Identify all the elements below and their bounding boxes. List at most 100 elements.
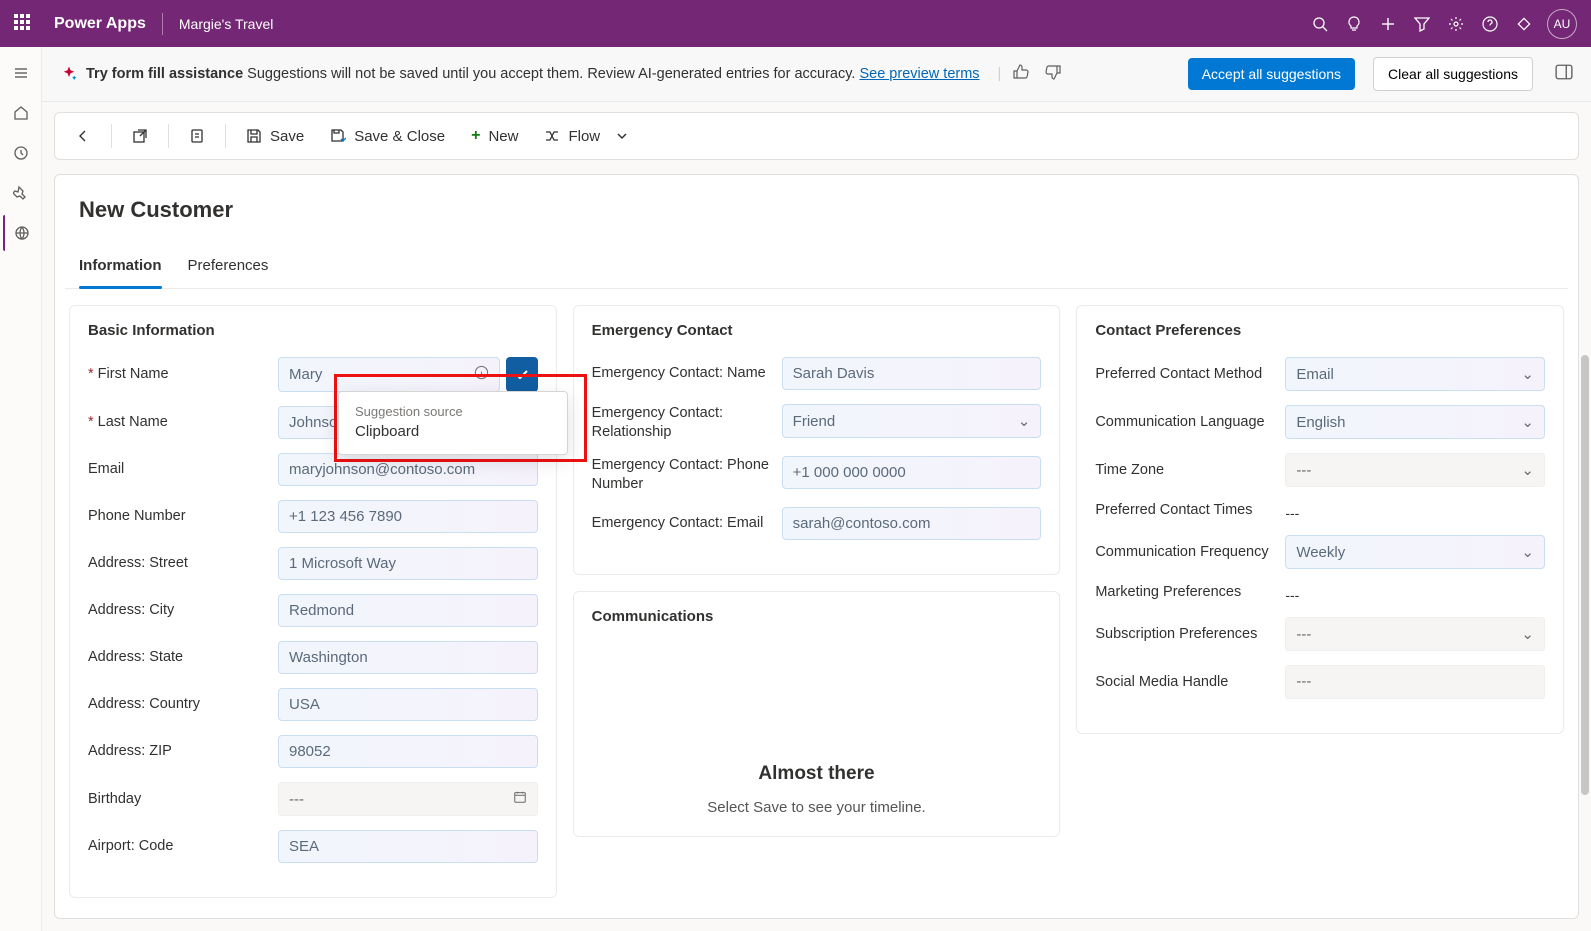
- city-label: Address: City: [88, 601, 266, 620]
- clear-all-button[interactable]: Clear all suggestions: [1373, 57, 1533, 91]
- brand-label: Power Apps: [54, 15, 146, 33]
- chevron-down-icon: ⌄: [1521, 543, 1534, 561]
- filter-icon[interactable]: [1405, 7, 1439, 41]
- ec-name-input[interactable]: Sarah Davis: [782, 357, 1042, 390]
- first-name-label: First Name: [88, 365, 266, 384]
- email-label: Email: [88, 460, 266, 479]
- save-close-button[interactable]: Save & Close: [318, 120, 457, 153]
- lightbulb-icon[interactable]: [1337, 7, 1371, 41]
- flow-label: Flow: [568, 128, 600, 145]
- ec-phone-input[interactable]: +1 000 000 0000: [782, 456, 1042, 489]
- open-new-window-button[interactable]: [120, 120, 160, 152]
- email-input[interactable]: maryjohnson@contoso.com: [278, 453, 538, 486]
- thumbs-up-icon[interactable]: [1009, 60, 1033, 88]
- state-label: Address: State: [88, 648, 266, 667]
- tab-preferences[interactable]: Preferences: [188, 247, 269, 288]
- calendar-icon: [513, 790, 527, 808]
- pref-subs-select[interactable]: ---⌄: [1285, 617, 1545, 651]
- preview-terms-link[interactable]: See preview terms: [859, 66, 979, 82]
- copilot-sparkle-icon: [60, 65, 78, 83]
- divider: [162, 13, 163, 35]
- section-contact-preferences: Contact Preferences Preferred Contact Me…: [1076, 305, 1564, 734]
- ec-email-input[interactable]: sarah@contoso.com: [782, 507, 1042, 540]
- left-rail: [0, 47, 42, 931]
- new-button[interactable]: + New: [459, 119, 530, 153]
- pref-tz-label: Time Zone: [1095, 461, 1273, 480]
- first-name-value: Mary: [289, 366, 322, 383]
- street-input[interactable]: 1 Microsoft Way: [278, 547, 538, 580]
- home-icon[interactable]: [3, 95, 39, 131]
- pref-method-label: Preferred Contact Method: [1095, 365, 1273, 384]
- flow-button[interactable]: Flow: [532, 120, 642, 153]
- settings-icon[interactable]: [1439, 7, 1473, 41]
- state-input[interactable]: Washington: [278, 641, 538, 674]
- search-icon[interactable]: [1303, 7, 1337, 41]
- phone-input[interactable]: +1 123 456 7890: [278, 500, 538, 533]
- country-input[interactable]: USA: [278, 688, 538, 721]
- entity-icon[interactable]: [3, 215, 39, 251]
- user-avatar[interactable]: AU: [1547, 9, 1577, 39]
- command-bar: Save Save & Close + New Flow: [54, 112, 1579, 160]
- app-launcher-icon[interactable]: [14, 14, 34, 34]
- ec-name-label: Emergency Contact: Name: [592, 364, 770, 383]
- callout-source-value: Clipboard: [355, 423, 551, 440]
- tab-strip: Information Preferences: [65, 247, 1568, 289]
- save-button[interactable]: Save: [234, 120, 316, 153]
- pinned-icon[interactable]: [3, 175, 39, 211]
- pref-times-value: ---: [1285, 501, 1545, 521]
- pref-social-input[interactable]: ---: [1285, 665, 1545, 699]
- scrollbar-thumb[interactable]: [1581, 355, 1589, 795]
- basic-heading: Basic Information: [88, 322, 538, 339]
- city-input[interactable]: Redmond: [278, 594, 538, 627]
- new-label: New: [488, 128, 518, 145]
- info-icon[interactable]: [474, 365, 489, 384]
- chevron-down-icon: ⌄: [1521, 365, 1534, 383]
- pref-freq-label: Communication Frequency: [1095, 543, 1273, 562]
- recent-icon[interactable]: [3, 135, 39, 171]
- chevron-down-icon: ⌄: [1521, 625, 1534, 643]
- pref-tz-select[interactable]: ---⌄: [1285, 453, 1545, 487]
- pref-lang-select[interactable]: English⌄: [1285, 405, 1545, 439]
- add-icon[interactable]: [1371, 7, 1405, 41]
- menu-icon[interactable]: [3, 55, 39, 91]
- suggestion-banner: Try form fill assistance Suggestions wil…: [42, 47, 1591, 102]
- airport-label: Airport: Code: [88, 837, 266, 856]
- pref-marketing-value: ---: [1285, 583, 1545, 603]
- first-name-input[interactable]: Mary: [278, 357, 500, 392]
- section-communications: Communications Almost there Select Save …: [573, 591, 1061, 837]
- tab-information[interactable]: Information: [79, 247, 162, 288]
- thumbs-down-icon[interactable]: [1041, 60, 1065, 88]
- zip-input[interactable]: 98052: [278, 735, 538, 768]
- zip-label: Address: ZIP: [88, 742, 266, 761]
- copilot-toggle-icon[interactable]: [1555, 63, 1573, 85]
- banner-title: Try form fill assistance: [86, 66, 243, 82]
- suggestion-source-callout: Suggestion source Clipboard: [338, 391, 568, 455]
- phone-label: Phone Number: [88, 507, 266, 526]
- ec-rel-label: Emergency Contact: Relationship: [592, 404, 770, 442]
- ec-email-label: Emergency Contact: Email: [592, 514, 770, 533]
- chevron-down-icon: ⌄: [1018, 412, 1031, 430]
- birthday-input[interactable]: ---: [278, 782, 538, 816]
- airport-input[interactable]: SEA: [278, 830, 538, 863]
- ec-rel-select[interactable]: Friend⌄: [782, 404, 1042, 438]
- form-card: New Customer Information Preferences Bas…: [54, 174, 1579, 919]
- pref-times-label: Preferred Contact Times: [1095, 501, 1273, 520]
- main-area: Try form fill assistance Suggestions wil…: [42, 47, 1591, 931]
- pref-freq-select[interactable]: Weekly⌄: [1285, 535, 1545, 569]
- chevron-down-icon: ⌄: [1521, 413, 1534, 431]
- help-icon[interactable]: [1473, 7, 1507, 41]
- pref-method-select[interactable]: Email⌄: [1285, 357, 1545, 391]
- chevron-down-icon: [614, 128, 630, 144]
- title-bar: Power Apps Margie's Travel AU: [0, 0, 1591, 47]
- environment-label: Margie's Travel: [179, 16, 273, 32]
- accept-suggestion-button[interactable]: [506, 357, 538, 392]
- back-button[interactable]: [63, 120, 103, 152]
- chevron-down-icon: ⌄: [1521, 461, 1534, 479]
- accept-all-button[interactable]: Accept all suggestions: [1188, 58, 1355, 90]
- ec-phone-label: Emergency Contact: Phone Number: [592, 456, 770, 494]
- plus-icon: +: [471, 127, 480, 145]
- form-assist-button[interactable]: [177, 120, 217, 152]
- diamond-icon[interactable]: [1507, 7, 1541, 41]
- timeline-empty-text: Select Save to see your timeline.: [592, 799, 1042, 816]
- pref-social-label: Social Media Handle: [1095, 673, 1273, 692]
